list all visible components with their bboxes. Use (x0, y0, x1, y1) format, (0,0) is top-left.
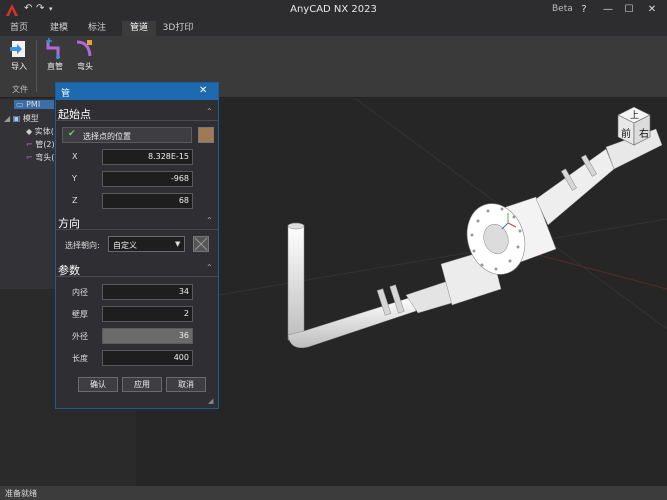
straight-pipe-button[interactable]: 直管 (40, 38, 70, 74)
pick-position-button[interactable]: ✔ 选择点的位置 (62, 127, 192, 143)
confirm-button[interactable]: 确认 (78, 377, 118, 392)
section-direction[interactable]: 方向 ⌃ (56, 214, 218, 230)
title-bar: ↶ ↷ ▾ AnyCAD NX 2023 Beta ? — ☐ ✕ (0, 0, 667, 20)
view-cube[interactable]: 上 前 右 (612, 105, 656, 149)
direction-picker-icon[interactable] (193, 236, 209, 252)
tree-item-elbow[interactable]: ⌐ 弯头( (26, 152, 54, 163)
view-cube-front[interactable]: 前 (621, 125, 631, 140)
section-start-point[interactable]: 起始点 ⌃ (56, 105, 218, 121)
collapse-icon[interactable]: ⌃ (206, 216, 213, 225)
model-icon: ▣ (12, 114, 21, 123)
ribbon-tabs: 首页 建模 标注 管道 3D打印 (0, 20, 667, 36)
outer-diameter-label: 外径 (72, 332, 88, 341)
check-icon: ✔ (68, 129, 76, 139)
elbow-tree-icon: ⌐ (26, 153, 33, 162)
wall-thickness-label: 壁厚 (72, 310, 88, 319)
length-input[interactable]: 400 (102, 350, 193, 366)
straight-pipe-icon (46, 38, 60, 59)
help-icon[interactable]: ? (573, 2, 595, 18)
y-label: Y (72, 174, 77, 183)
collapse-icon[interactable]: ⌃ (206, 263, 213, 272)
vertical-pipe (287, 224, 305, 341)
y-input[interactable]: -968 (102, 171, 193, 187)
length-label: 长度 (72, 354, 88, 363)
solid-icon: ◆ (26, 127, 33, 136)
close-window-icon[interactable]: ✕ (641, 2, 663, 18)
view-cube-right[interactable]: 右 (639, 125, 649, 140)
import-button[interactable]: 导入 (4, 38, 34, 74)
direction-label: 选择朝向: (65, 241, 100, 250)
tree-item-pipe[interactable]: ⌐ 管(2) (26, 139, 55, 150)
x-label: X (72, 152, 78, 161)
expand-icon[interactable]: ◢ (4, 114, 10, 123)
tab-modeling[interactable]: 建模 (44, 21, 74, 36)
direction-select[interactable]: 自定义 ▼ (108, 236, 185, 252)
elbow-icon (76, 40, 92, 57)
resize-grip-icon[interactable]: ◢ (208, 397, 213, 405)
tab-piping[interactable]: 管道 (122, 21, 156, 36)
dialog-title-bar[interactable]: 管 ✕ (56, 83, 218, 100)
tab-annotation[interactable]: 标注 (82, 21, 112, 36)
inner-diameter-label: 内径 (72, 288, 88, 297)
dialog-title: 管 (61, 89, 71, 99)
maximize-icon[interactable]: ☐ (618, 2, 640, 18)
pipe-dialog: 管 ✕ 起始点 ⌃ ✔ 选择点的位置 X 8.328E-15 Y -968 Z … (55, 82, 219, 409)
pmi-icon: ▭ (16, 100, 24, 109)
import-icon (10, 41, 25, 57)
tab-home[interactable]: 首页 (4, 21, 34, 36)
x-input[interactable]: 8.328E-15 (102, 149, 193, 165)
point-picker-icon[interactable] (198, 127, 214, 143)
tree-item-solid[interactable]: ◆ 实体( (26, 126, 54, 137)
tree-item-model[interactable]: ◢ ▣ 模型 (4, 113, 39, 124)
status-bar: 准备就绪 (0, 486, 667, 500)
beta-badge: Beta (552, 4, 573, 14)
inner-diameter-input[interactable]: 34 (102, 284, 193, 300)
pipe-end (287, 222, 305, 230)
z-label: Z (72, 196, 78, 205)
group-label-file: 文件 (12, 85, 28, 94)
outer-diameter-input[interactable]: 36 (102, 328, 193, 344)
minimize-icon[interactable]: — (597, 2, 619, 18)
pipe-icon: ⌐ (26, 140, 33, 149)
tree-item-pmi[interactable]: ▭ PMI (14, 100, 54, 109)
view-cube-top[interactable]: 上 (630, 108, 639, 121)
cancel-button[interactable]: 取消 (166, 377, 206, 392)
apply-button[interactable]: 应用 (122, 377, 162, 392)
wall-thickness-input[interactable]: 2 (102, 306, 193, 322)
chevron-down-icon: ▼ (175, 240, 181, 248)
section-params[interactable]: 参数 ⌃ (56, 261, 218, 277)
elbow-button[interactable]: 弯头 (70, 38, 100, 74)
dialog-close-icon[interactable]: ✕ (199, 85, 207, 96)
ribbon-separator (36, 40, 37, 92)
status-text: 准备就绪 (5, 489, 37, 498)
collapse-icon[interactable]: ⌃ (206, 107, 213, 116)
z-input[interactable]: 68 (102, 193, 193, 209)
tab-3d-print[interactable]: 3D打印 (160, 21, 196, 36)
